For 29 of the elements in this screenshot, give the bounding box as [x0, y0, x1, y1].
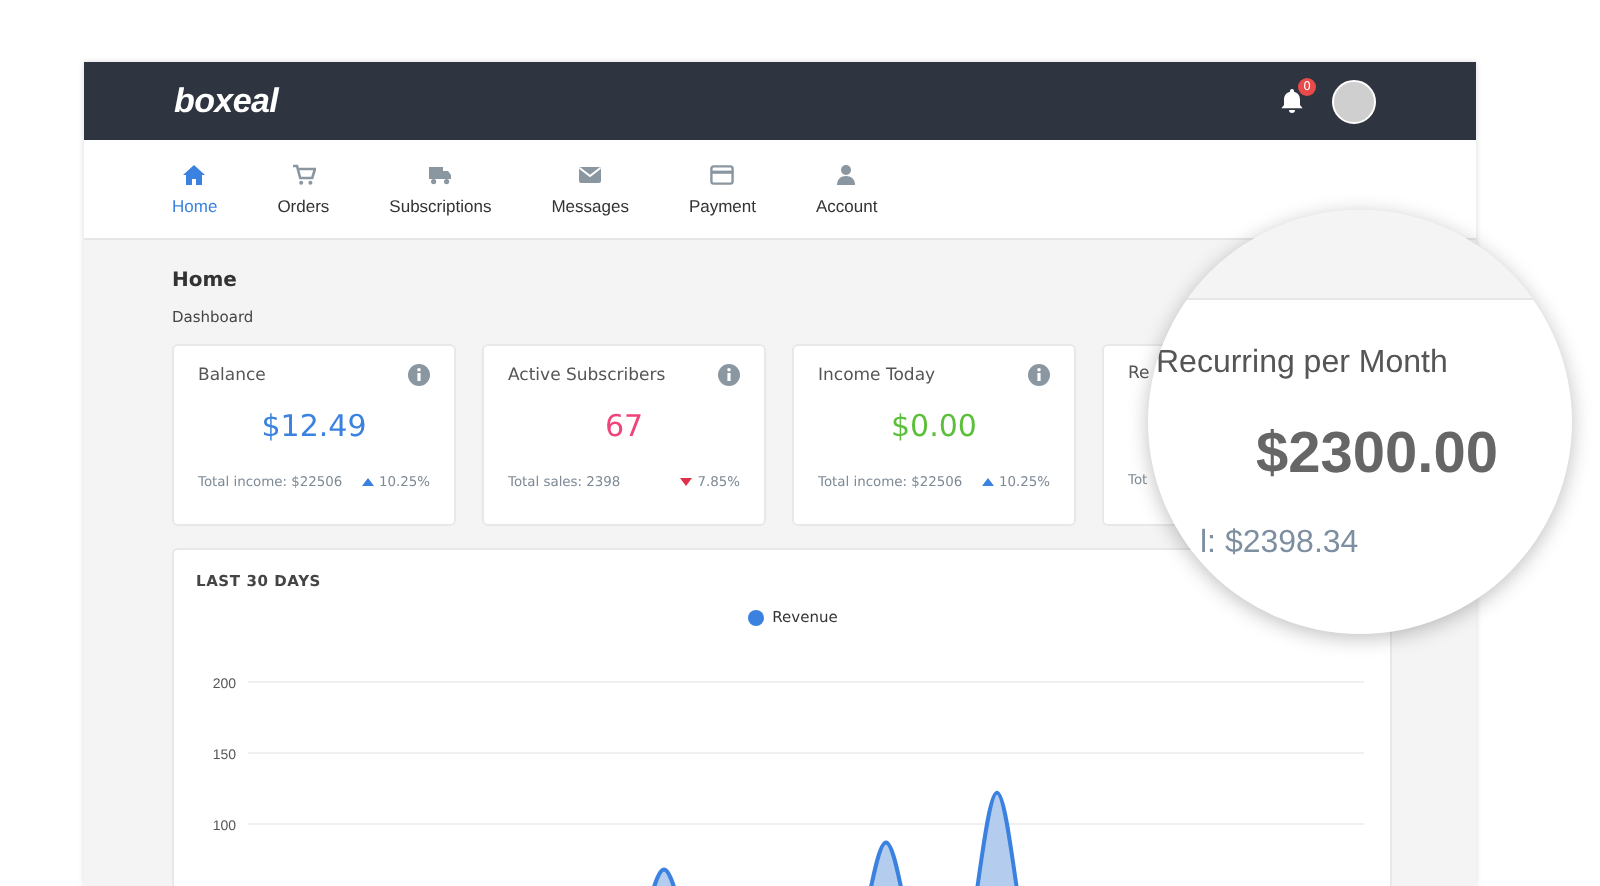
info-icon[interactable]: [408, 364, 430, 386]
home-icon: [182, 163, 207, 185]
user-icon: [834, 163, 859, 185]
card-title: Balance: [198, 365, 266, 385]
truck-icon: [428, 163, 453, 185]
card-value: $12.49: [259, 406, 369, 448]
envelope-icon: [578, 163, 603, 185]
magnified-card-value: $2300.00: [1256, 422, 1500, 488]
card-title: Active Subscribers: [508, 365, 666, 385]
nav-tab[interactable]: Orders: [261, 163, 346, 215]
nav-tab[interactable]: Payment: [672, 163, 772, 215]
info-icon[interactable]: [1028, 364, 1050, 386]
nav-tab[interactable]: Account: [800, 163, 894, 215]
bell-icon[interactable]: [1280, 88, 1304, 114]
credit-card-icon: [710, 163, 735, 185]
card-value: 67: [602, 406, 646, 448]
card-value: $0.00: [889, 406, 979, 448]
info-icon[interactable]: [718, 364, 740, 386]
avatar[interactable]: [1332, 79, 1376, 123]
page-title: Home: [172, 270, 239, 292]
logo[interactable]: boxeal: [174, 81, 279, 121]
nav-tab[interactable]: Messages: [535, 163, 645, 215]
card-title: Re: [1128, 364, 1150, 384]
magnified-card-title: Recurring per Month: [1156, 346, 1450, 382]
card-title: Income Today: [818, 365, 936, 385]
nav-tab[interactable]: Home: [156, 163, 234, 215]
magnified-card-footer: l: $2398.34: [1200, 526, 1572, 562]
cart-icon: [291, 163, 316, 185]
nav-tab[interactable]: Subscriptions: [373, 163, 508, 215]
